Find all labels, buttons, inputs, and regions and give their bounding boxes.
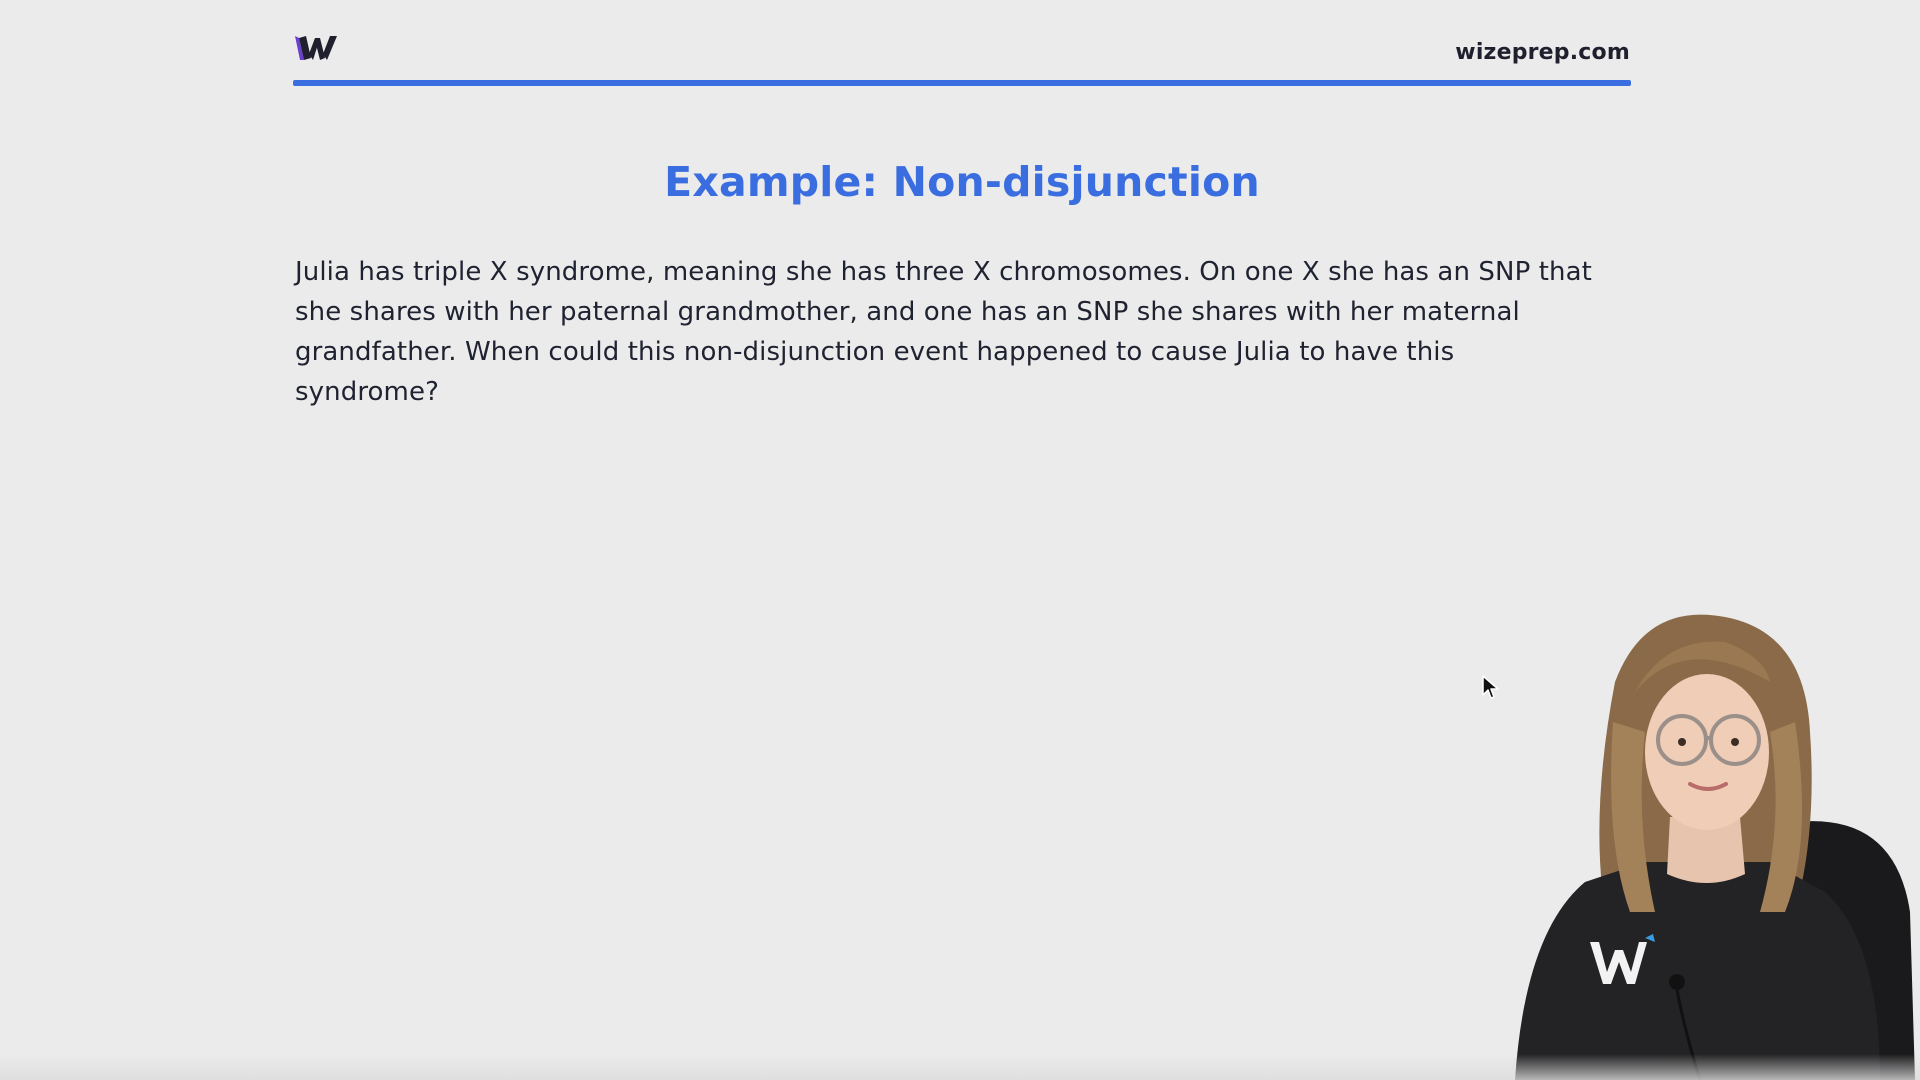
header-divider <box>293 80 1631 86</box>
bottom-shadow <box>0 1054 1920 1080</box>
question-text: Julia has triple X syndrome, meaning she… <box>295 252 1635 412</box>
slide-stage: wizeprep.com Example: Non-disjunction Ju… <box>0 0 1920 1080</box>
question-line: Julia has triple X syndrome, meaning she… <box>295 257 1592 287</box>
question-line: grandfather. When could this non-disjunc… <box>295 337 1455 367</box>
presenter-video <box>1515 614 1915 1080</box>
question-line: syndrome? <box>295 377 439 407</box>
question-line: she shares with her paternal grandmother… <box>295 297 1520 327</box>
wizeprep-logo-icon <box>295 36 337 60</box>
slide-title: Example: Non-disjunction <box>664 158 1260 206</box>
site-url: wizeprep.com <box>1455 40 1630 65</box>
